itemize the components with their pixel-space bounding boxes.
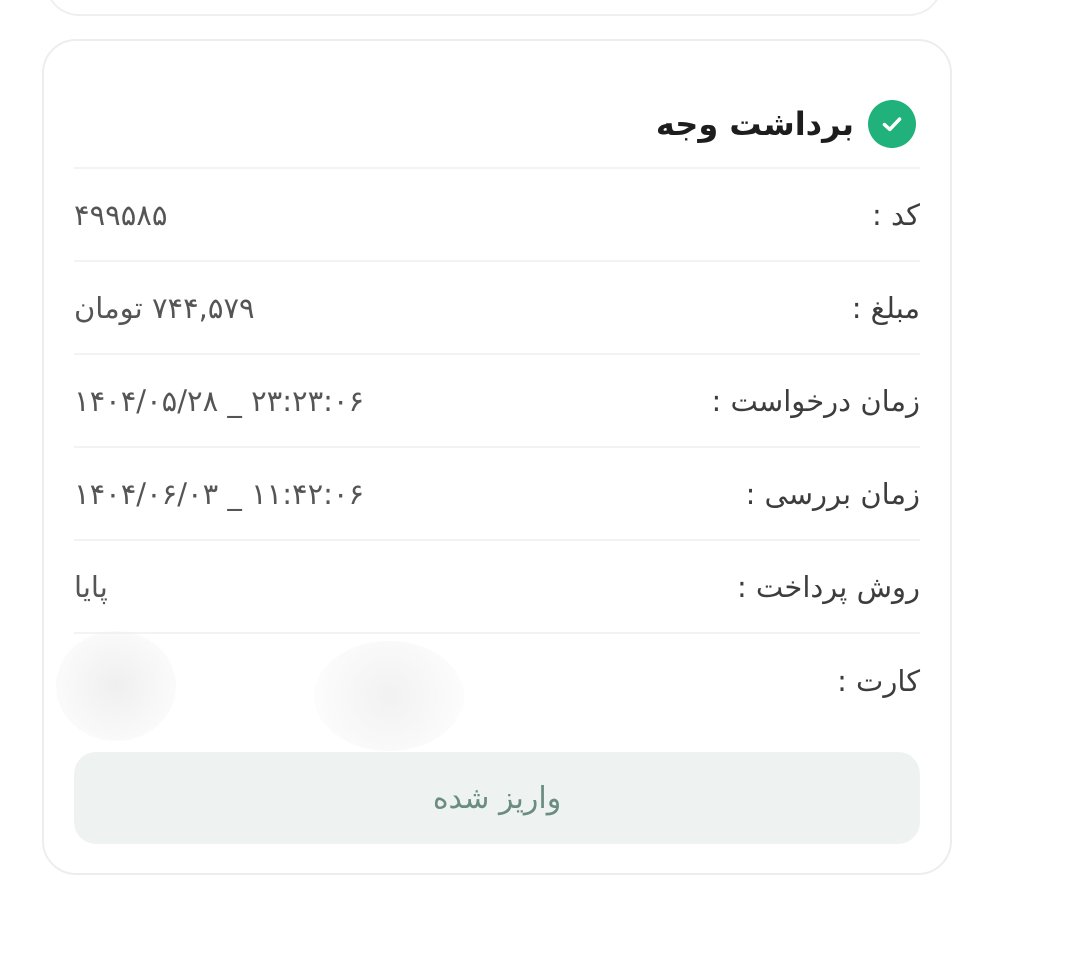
request-time-label: زمان درخواست : xyxy=(711,383,920,418)
request-time-value: ۱۴۰۴/۰۵/۲۸ _ ۲۳:۲۳:۰۶ xyxy=(74,383,365,418)
status-badge: واریز شده xyxy=(74,752,920,844)
review-time-label: زمان بررسی : xyxy=(745,476,920,511)
payment-method-label: روش پرداخت : xyxy=(736,569,920,604)
row-amount: مبلغ : ۷۴۴,۵۷۹ تومان xyxy=(74,262,920,355)
details-list: کد : ۴۹۹۵۸۵ مبلغ : ۷۴۴,۵۷۹ تومان زمان در… xyxy=(74,169,920,727)
redacted-blur xyxy=(314,641,464,751)
row-review-time: زمان بررسی : ۱۴۰۴/۰۶/۰۳ _ ۱۱:۴۲:۰۶ xyxy=(74,448,920,541)
withdrawal-card: برداشت وجه کد : ۴۹۹۵۸۵ مبلغ : ۷۴۴,۵۷۹ تو… xyxy=(42,39,952,875)
previous-card-edge xyxy=(45,0,943,16)
row-request-time: زمان درخواست : ۱۴۰۴/۰۵/۲۸ _ ۲۳:۲۳:۰۶ xyxy=(74,355,920,448)
payment-method-value: پایا xyxy=(74,569,108,604)
row-code: کد : ۴۹۹۵۸۵ xyxy=(74,169,920,262)
code-label: کد : xyxy=(871,197,920,232)
card-title: برداشت وجه xyxy=(655,105,854,143)
review-time-value: ۱۴۰۴/۰۶/۰۳ _ ۱۱:۴۲:۰۶ xyxy=(74,476,365,511)
amount-value: ۷۴۴,۵۷۹ تومان xyxy=(74,290,255,325)
card-number-label: کارت : xyxy=(837,663,920,698)
redacted-blur xyxy=(56,631,176,741)
code-value: ۴۹۹۵۸۵ xyxy=(74,197,168,232)
amount-label: مبلغ : xyxy=(851,290,920,325)
check-circle-icon xyxy=(868,100,916,148)
row-card: کارت : xyxy=(74,634,920,727)
row-payment-method: روش پرداخت : پایا xyxy=(74,541,920,634)
card-header: برداشت وجه xyxy=(74,81,920,169)
